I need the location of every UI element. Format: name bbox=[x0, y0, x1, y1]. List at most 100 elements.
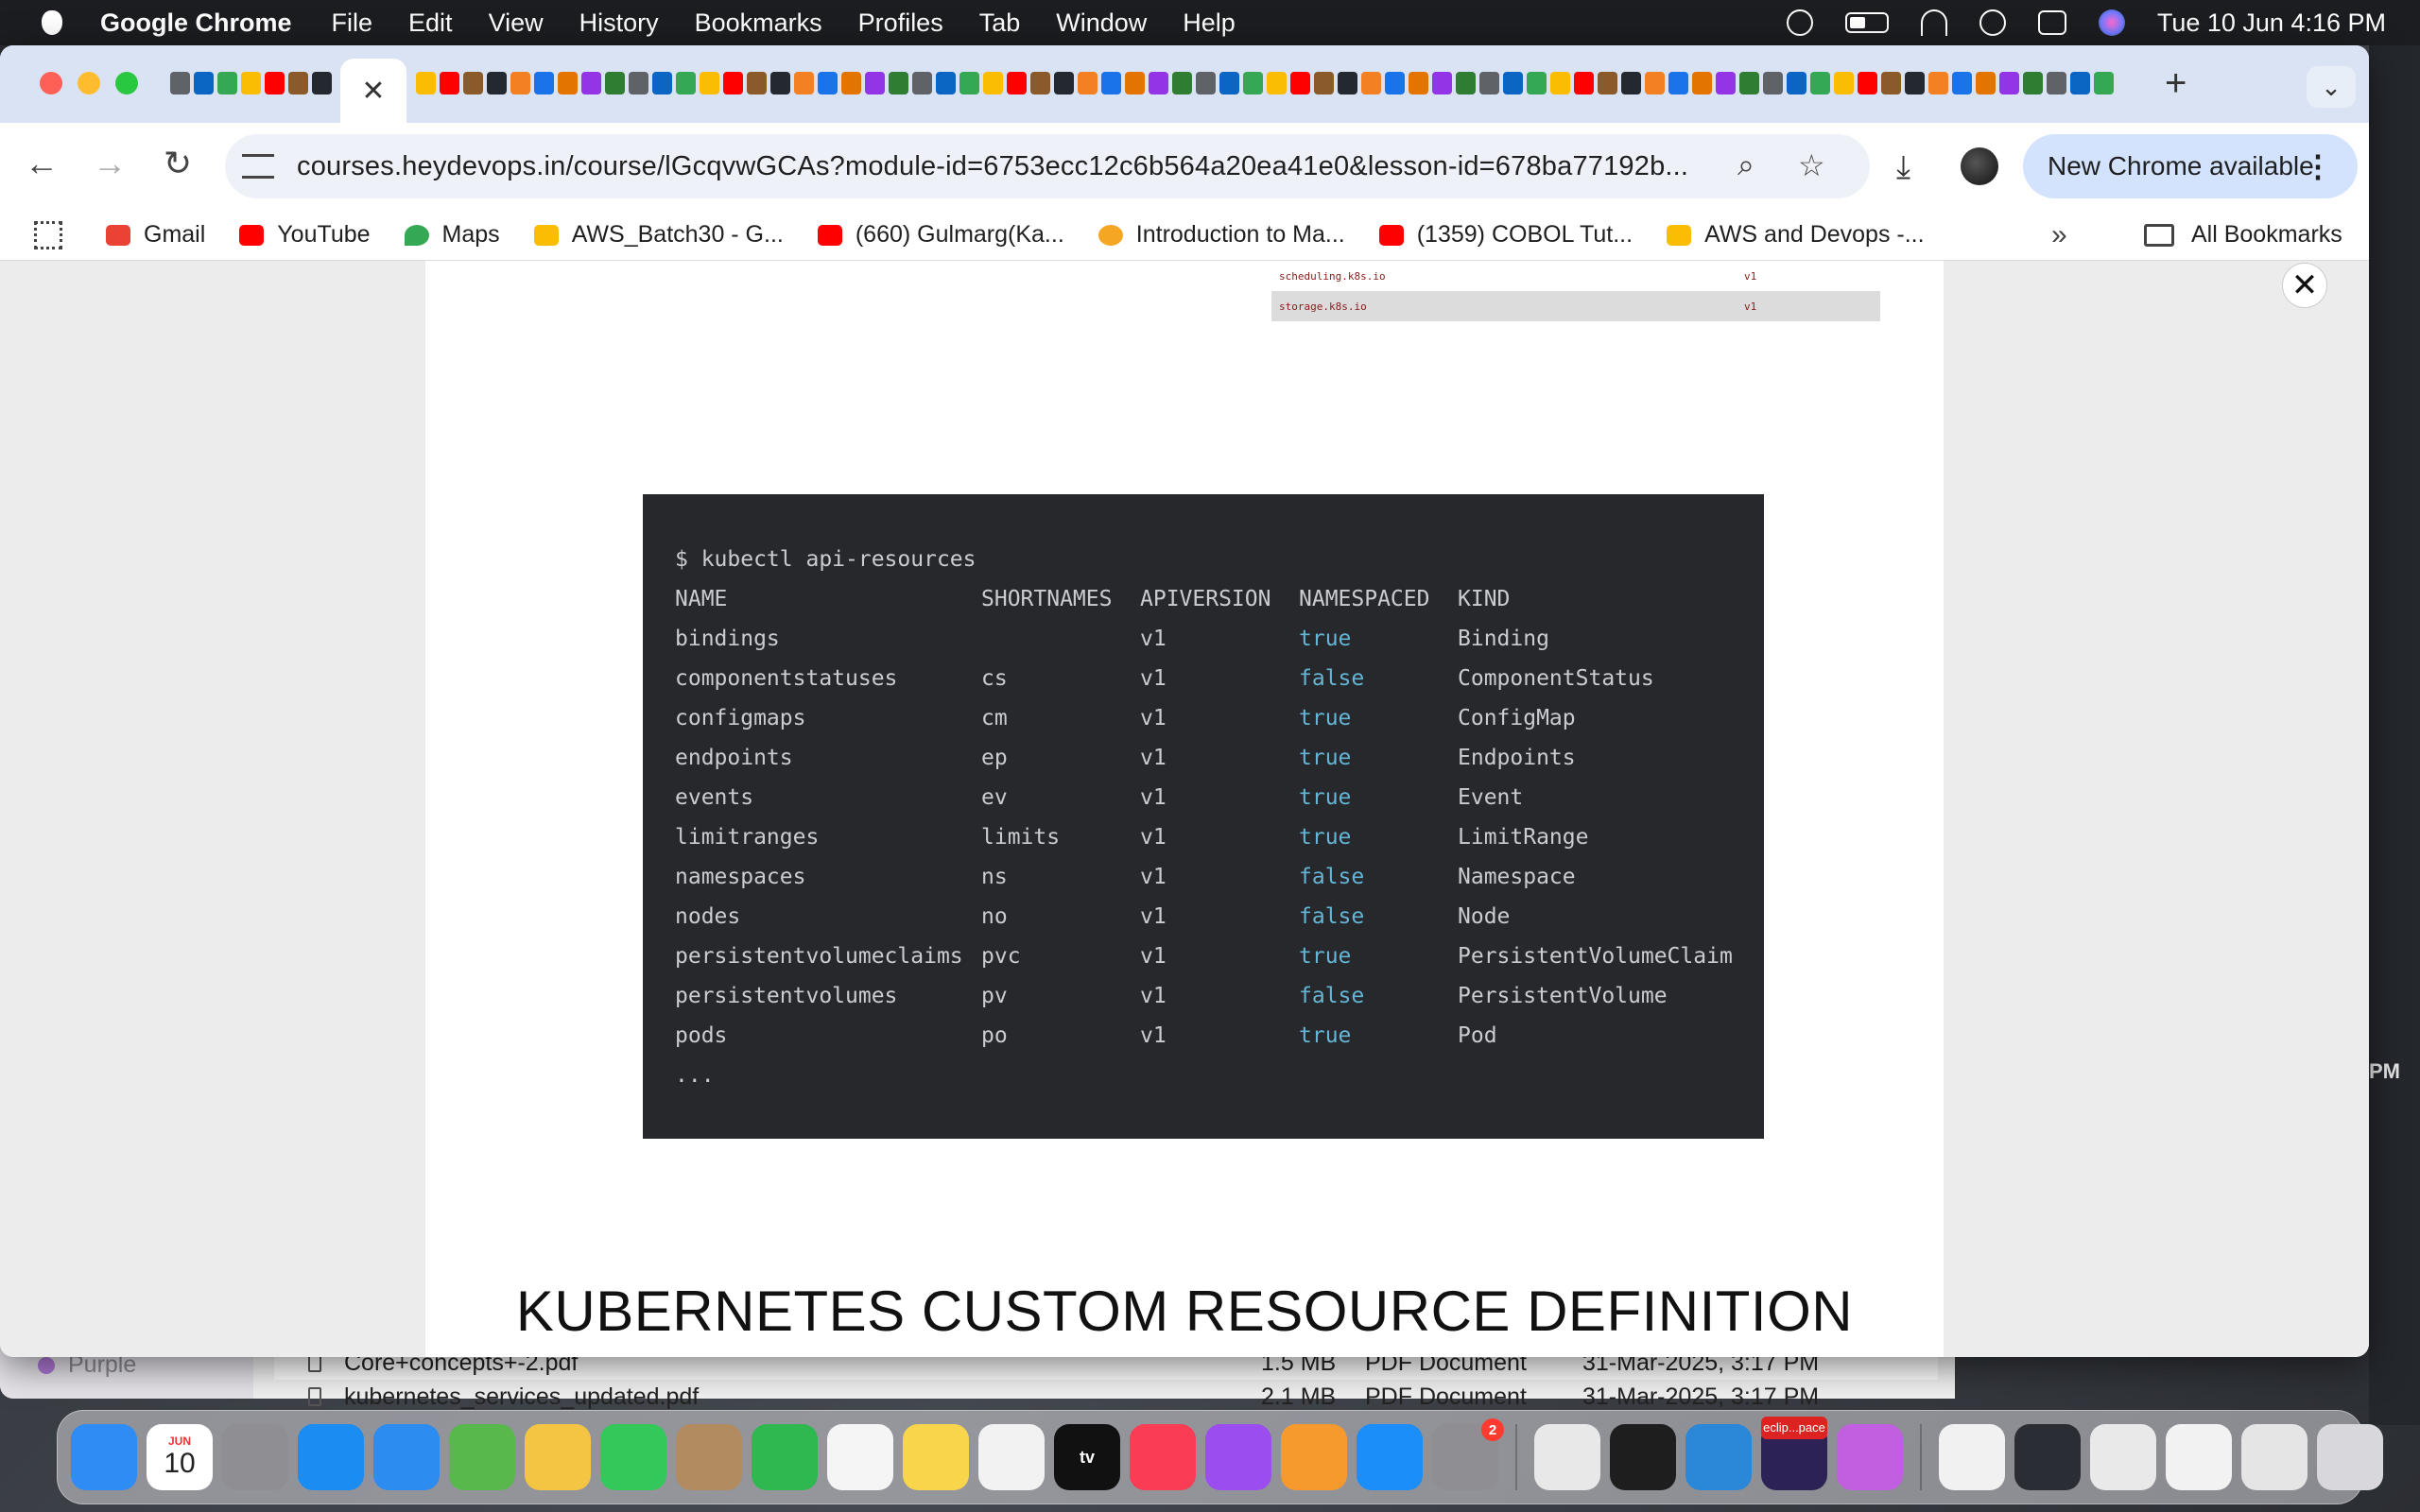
dock-mail-icon[interactable] bbox=[373, 1424, 440, 1490]
tab-favicon-icon[interactable] bbox=[1196, 72, 1216, 94]
tab-favicon-icon[interactable] bbox=[1739, 72, 1759, 94]
bookmark-cobol[interactable]: (1359) COBOL Tut... bbox=[1378, 221, 1633, 249]
tab-favicon-icon[interactable] bbox=[534, 72, 554, 94]
tab-favicon-icon[interactable] bbox=[1787, 72, 1806, 94]
site-info-icon[interactable] bbox=[242, 154, 274, 179]
new-tab-button[interactable]: + bbox=[2165, 62, 2187, 105]
tab-favicon-icon[interactable] bbox=[194, 72, 214, 94]
tab-favicon-icon[interactable] bbox=[1692, 72, 1712, 94]
tab-favicon-icon[interactable] bbox=[312, 72, 332, 94]
tab-favicon-icon[interactable] bbox=[1409, 72, 1428, 94]
file-row[interactable]: kubernetes_services_updated.pdf 2.1 MB P… bbox=[274, 1380, 1938, 1414]
tab-favicon-icon[interactable] bbox=[1858, 72, 1877, 94]
tab-favicon-icon[interactable] bbox=[1810, 72, 1830, 94]
tab-favicon-icon[interactable] bbox=[2094, 72, 2114, 94]
zoom-icon[interactable]: ⌕ bbox=[1737, 147, 1754, 183]
tab-favicon-icon[interactable] bbox=[794, 72, 814, 94]
menu-history[interactable]: History bbox=[579, 9, 659, 38]
tab-favicon-icon[interactable] bbox=[1598, 72, 1617, 94]
dock-app-store-icon[interactable] bbox=[1357, 1424, 1423, 1490]
tab-favicon-icon[interactable] bbox=[1456, 72, 1476, 94]
app-menu[interactable]: Google Chrome bbox=[100, 9, 292, 38]
tab-favicon-icon[interactable] bbox=[1668, 72, 1688, 94]
tab-favicon-icon[interactable] bbox=[1645, 72, 1665, 94]
bookmark-introduction[interactable]: Introduction to Ma... bbox=[1098, 221, 1345, 249]
dock-vscode-icon[interactable] bbox=[1685, 1424, 1752, 1490]
tab-favicon-icon[interactable] bbox=[1243, 72, 1263, 94]
dock-calendar-icon[interactable]: JUN 10 bbox=[147, 1424, 213, 1490]
dock-daisy-icon[interactable] bbox=[1837, 1424, 1903, 1490]
tab-favicon-icon[interactable] bbox=[1054, 72, 1074, 94]
dock-music-icon[interactable] bbox=[1130, 1424, 1196, 1490]
tab-favicon-icon[interactable] bbox=[241, 72, 261, 94]
wifi-icon[interactable] bbox=[1920, 9, 1947, 36]
dock-podcasts-icon[interactable] bbox=[1205, 1424, 1271, 1490]
dock-freeform-icon[interactable] bbox=[978, 1424, 1045, 1490]
tab-favicon-icon[interactable] bbox=[889, 72, 908, 94]
bookmark-aws-batch30[interactable]: AWS_Batch30 - G... bbox=[533, 221, 784, 249]
play-status-icon[interactable] bbox=[1786, 9, 1813, 36]
dock-eclipse-icon[interactable]: eclip...pace bbox=[1761, 1417, 1827, 1490]
tab-favicon-icon[interactable] bbox=[1101, 72, 1121, 94]
tab-favicon-icon[interactable] bbox=[558, 72, 578, 94]
close-lightbox-button[interactable]: ✕ bbox=[2282, 263, 2327, 308]
bookmark-maps[interactable]: Maps bbox=[404, 221, 500, 249]
tab-favicon-icon[interactable] bbox=[463, 72, 483, 94]
tab-favicon-icon[interactable] bbox=[1503, 72, 1523, 94]
tab-favicon-icon[interactable] bbox=[1952, 72, 1972, 94]
tab-favicon-icon[interactable] bbox=[1290, 72, 1310, 94]
window-minimize-button[interactable] bbox=[78, 72, 100, 94]
profile-avatar[interactable] bbox=[1961, 147, 1998, 185]
dock-notes-icon[interactable] bbox=[903, 1424, 969, 1490]
dock-trash-icon[interactable] bbox=[2317, 1424, 2383, 1490]
dock-chrome-icon[interactable] bbox=[1534, 1424, 1600, 1490]
menubar-clock[interactable]: Tue 10 Jun 4:16 PM bbox=[2157, 9, 2386, 38]
menu-bookmarks[interactable]: Bookmarks bbox=[695, 9, 822, 38]
dock-photos-icon[interactable] bbox=[525, 1424, 591, 1490]
tab-favicon-icon[interactable] bbox=[1149, 72, 1168, 94]
dock-system-settings-icon[interactable]: 2 bbox=[1432, 1418, 1504, 1490]
tab-favicon-icon[interactable] bbox=[416, 72, 436, 94]
more-bookmarks-chevron-icon[interactable]: » bbox=[2051, 219, 2067, 251]
dock-window-3-icon[interactable] bbox=[2166, 1424, 2232, 1490]
tab-favicon-icon[interactable] bbox=[217, 72, 237, 94]
dock-numbers-icon[interactable] bbox=[752, 1424, 818, 1490]
window-close-button[interactable] bbox=[40, 72, 62, 94]
bookmark-youtube[interactable]: YouTube bbox=[239, 221, 371, 249]
url-text[interactable]: courses.heydevops.in/course/lGcqvwGCAs?m… bbox=[297, 151, 1715, 182]
tab-favicon-icon[interactable] bbox=[723, 72, 743, 94]
tab-favicon-icon[interactable] bbox=[1078, 72, 1098, 94]
dock-terminal-icon[interactable] bbox=[1610, 1424, 1676, 1490]
forward-button[interactable]: → bbox=[89, 144, 130, 183]
menu-edit[interactable]: Edit bbox=[408, 9, 453, 38]
tab-favicon-icon[interactable] bbox=[487, 72, 507, 94]
tab-favicon-icon[interactable] bbox=[2070, 72, 2090, 94]
menu-view[interactable]: View bbox=[489, 9, 544, 38]
dock-safari-icon[interactable] bbox=[298, 1424, 364, 1490]
tab-favicon-icon[interactable] bbox=[1905, 72, 1925, 94]
tab-favicon-icon[interactable] bbox=[1030, 72, 1050, 94]
tab-favicon-icon[interactable] bbox=[1716, 72, 1736, 94]
menu-window[interactable]: Window bbox=[1056, 9, 1147, 38]
apps-grid-icon[interactable] bbox=[34, 220, 62, 249]
menu-help[interactable]: Help bbox=[1183, 9, 1236, 38]
dock-window-4-icon[interactable] bbox=[2241, 1424, 2308, 1490]
bookmark-aws-devops[interactable]: AWS and Devops -... bbox=[1667, 221, 1925, 249]
tab-favicon-icon[interactable] bbox=[510, 72, 530, 94]
tab-favicon-icon[interactable] bbox=[1314, 72, 1334, 94]
tab-favicon-icon[interactable] bbox=[581, 72, 601, 94]
bookmark-gmail[interactable]: Gmail bbox=[106, 221, 205, 249]
window-zoom-button[interactable] bbox=[115, 72, 138, 94]
tab-favicon-icon[interactable] bbox=[1125, 72, 1145, 94]
tab-favicon-icon[interactable] bbox=[1172, 72, 1192, 94]
dock-pages-icon[interactable] bbox=[1281, 1424, 1347, 1490]
tab-favicon-icon[interactable] bbox=[770, 72, 790, 94]
apple-menu-icon[interactable] bbox=[42, 10, 62, 35]
tab-favicon-icon[interactable] bbox=[1385, 72, 1405, 94]
more-menu-icon[interactable]: ⋮ bbox=[2303, 148, 2333, 184]
close-tab-icon[interactable]: ✕ bbox=[361, 75, 385, 108]
tab-favicon-icon[interactable] bbox=[440, 72, 459, 94]
tab-favicon-icon[interactable] bbox=[959, 72, 979, 94]
dock-window-1-icon[interactable] bbox=[2014, 1424, 2081, 1490]
address-bar[interactable]: courses.heydevops.in/course/lGcqvwGCAs?m… bbox=[225, 134, 1870, 198]
